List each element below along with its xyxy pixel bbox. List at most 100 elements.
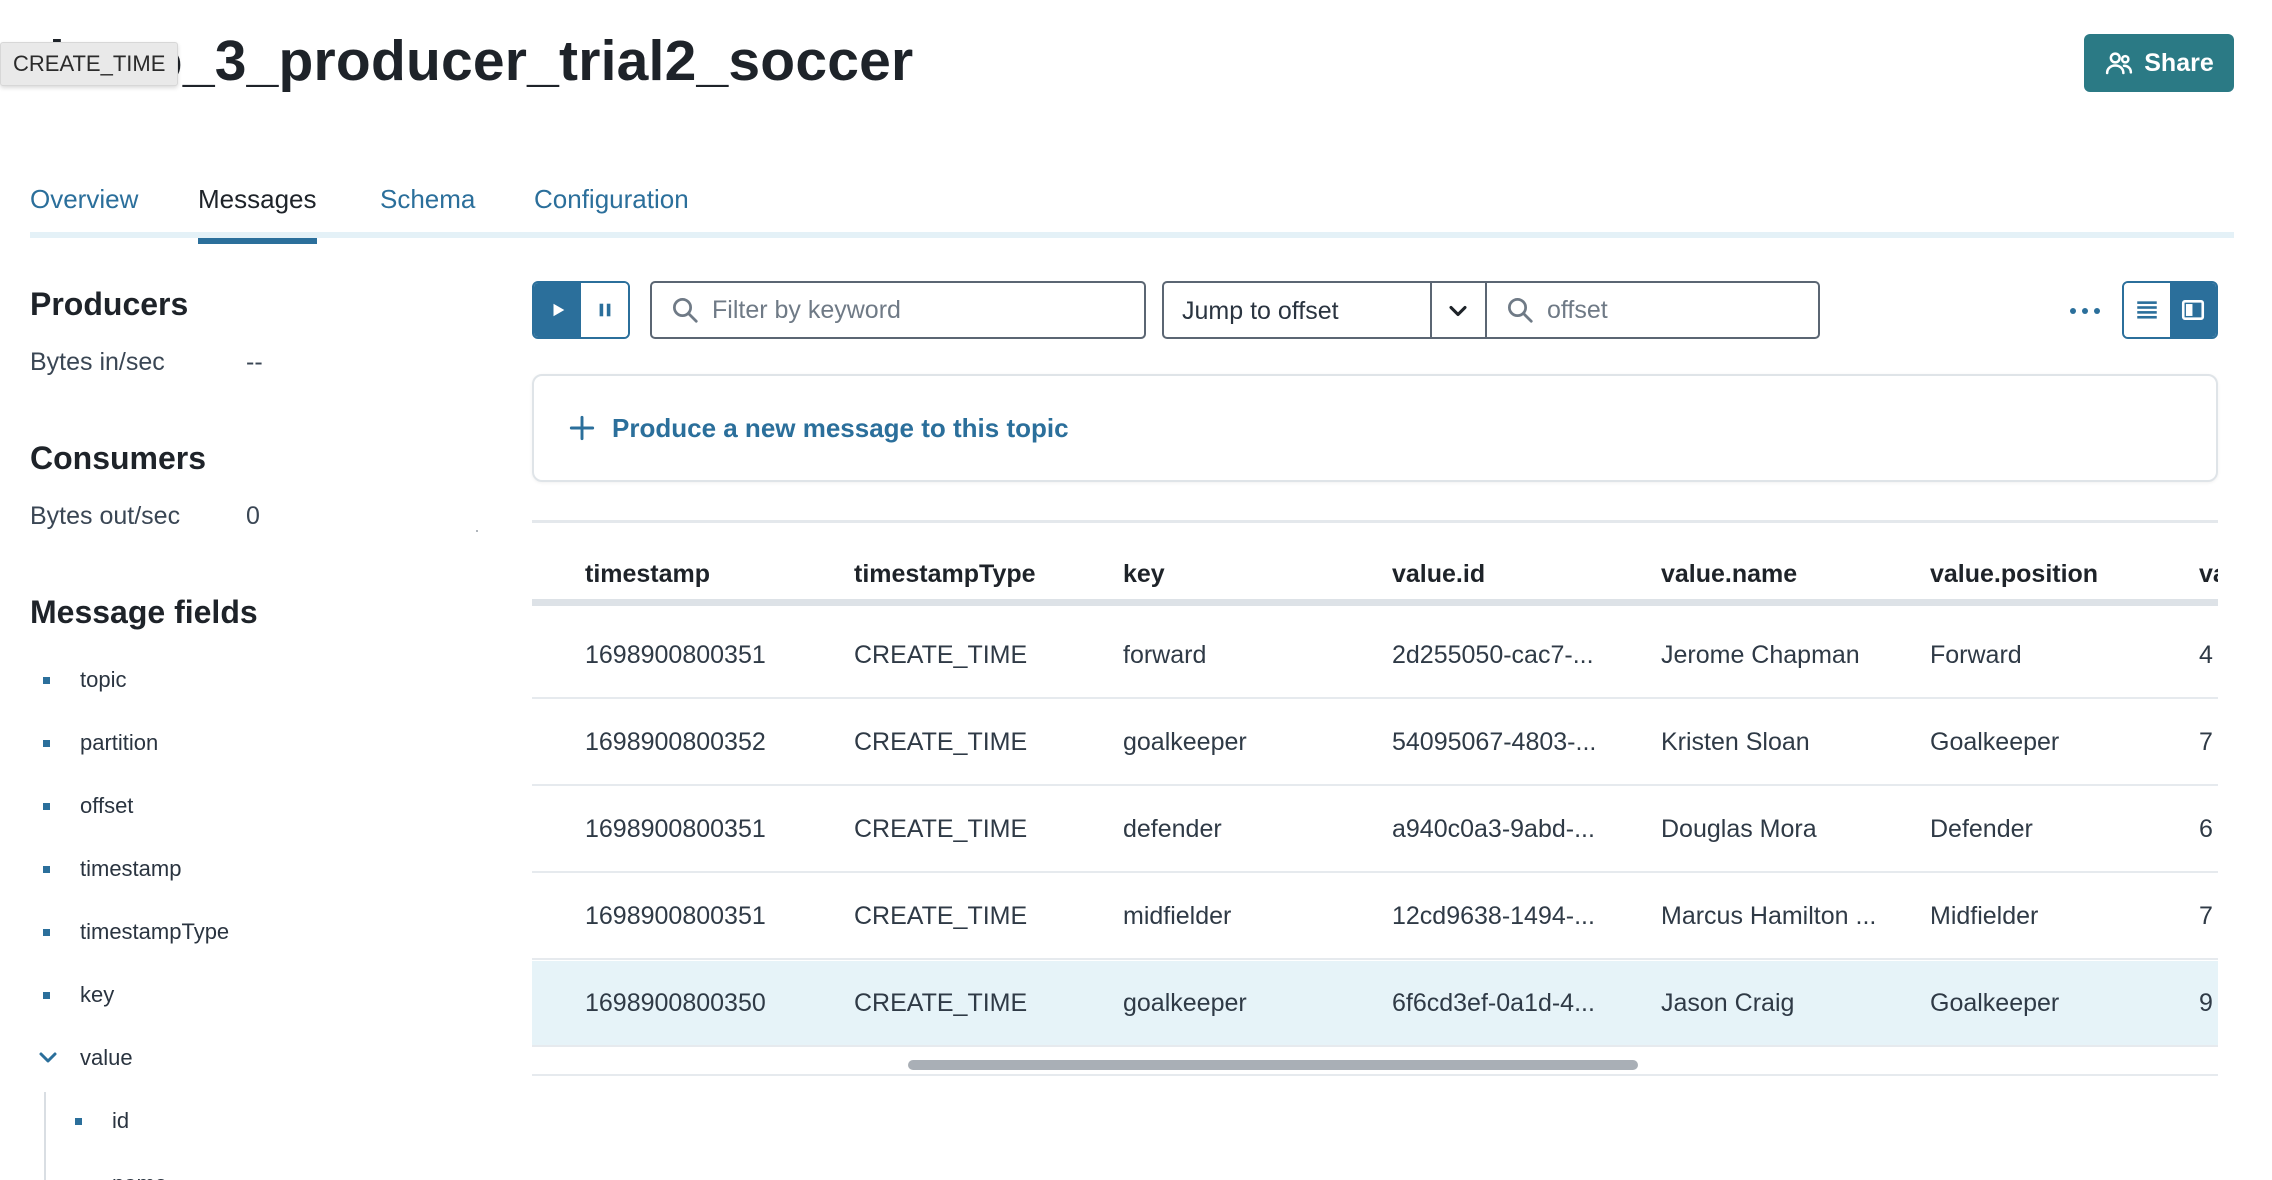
list-icon	[2137, 301, 2157, 319]
cell-timestamp: 1698900800351	[585, 641, 766, 669]
keyword-filter[interactable]	[650, 281, 1146, 339]
scrollbar-thumb[interactable]	[908, 1060, 1638, 1070]
cell-value-more: 7	[2199, 902, 2213, 930]
produce-message-label: Produce a new message to this topic	[612, 412, 1069, 443]
cell-value-name: Jason Craig	[1661, 989, 1795, 1017]
divider-dot	[476, 530, 478, 532]
tooltip: CREATE_TIME	[0, 42, 179, 86]
cell-timestamp: 1698900800351	[585, 815, 766, 843]
plus-icon	[569, 415, 595, 441]
dot-icon	[2094, 308, 2100, 314]
column-header-value-id[interactable]: value.id	[1392, 560, 1485, 589]
table-row[interactable]: 1698900800351 CREATE_TIME midfielder 12cd96…	[532, 874, 2218, 960]
column-header-value-name[interactable]: value.name	[1661, 560, 1797, 589]
table-row[interactable]: 1698900800352 CREATE_TIME goalkeeper 540950…	[532, 700, 2218, 786]
cell-key: forward	[1123, 641, 1207, 669]
cell-value-position: Midfielder	[1930, 902, 2039, 930]
consumers-heading: Consumers	[30, 440, 207, 476]
cell-value-more: 7	[2199, 728, 2213, 756]
users-icon	[2106, 52, 2133, 75]
pause-button[interactable]	[581, 283, 628, 337]
topic-messages-page: demo_3_producer_trial2_soccer CREATE_TIM…	[0, 0, 2272, 1180]
cell-key: goalkeeper	[1123, 728, 1247, 756]
share-button-label: Share	[2144, 48, 2214, 77]
cell-timestamp: 1698900800352	[585, 728, 766, 756]
table-row[interactable]: 1698900800350 CREATE_TIME goalkeeper 6f6cd3…	[532, 961, 2218, 1047]
tab-messages[interactable]: Messages	[198, 178, 317, 244]
cell-key: goalkeeper	[1123, 989, 1247, 1017]
cell-value-more: 4	[2199, 641, 2213, 669]
cell-value-id: 12cd9638-1494-...	[1392, 902, 1595, 930]
select-divider	[1430, 283, 1432, 337]
produce-message-button[interactable]: Produce a new message to this topic	[532, 374, 2218, 482]
cell-value-id: 54095067-4803-...	[1392, 728, 1597, 756]
table-row[interactable]: 1698900800351 CREATE_TIME defender a940c0a3…	[532, 787, 2218, 873]
cell-value-name: Marcus Hamilton ...	[1661, 902, 1877, 930]
playback-controls	[532, 281, 630, 339]
offset-search[interactable]	[1485, 281, 1820, 339]
offset-input[interactable]	[1547, 295, 1818, 325]
bytes-out-label: Bytes out/sec	[30, 502, 181, 530]
tab-overview[interactable]: Overview	[30, 178, 138, 238]
split-view-button[interactable]	[2170, 283, 2216, 337]
search-icon	[1508, 298, 1533, 323]
cell-value-more: 6	[2199, 815, 2213, 843]
column-header-timestamp[interactable]: timestamp	[585, 560, 710, 589]
cell-value-name: Jerome Chapman	[1661, 641, 1860, 669]
bytes-out-value: 0	[246, 502, 260, 530]
bullet-icon	[75, 1118, 82, 1125]
dot-icon	[2070, 308, 2076, 314]
cell-timestamp: 1698900800351	[585, 902, 766, 930]
messages-table: timestamp timestampType key value.id val…	[532, 520, 2218, 1080]
chevron-down-icon[interactable]	[36, 1046, 60, 1070]
message-fields-heading: Message fields	[30, 594, 258, 630]
table-header: timestamp timestampType key value.id val…	[532, 550, 2218, 606]
cell-value-id: a940c0a3-9abd-...	[1392, 815, 1595, 843]
bullet-icon	[43, 740, 50, 747]
play-button[interactable]	[534, 283, 581, 337]
table-row[interactable]: 1698900800351 CREATE_TIME forward 2d255050-…	[532, 613, 2218, 699]
jump-to-offset-select[interactable]: Jump to offset	[1162, 281, 1487, 339]
cell-key: defender	[1123, 815, 1222, 843]
bullet-icon	[43, 929, 50, 936]
chevron-down-icon[interactable]	[1444, 297, 1472, 325]
cell-key: midfielder	[1123, 902, 1232, 930]
bytes-in-label: Bytes in/sec	[30, 348, 165, 376]
share-button[interactable]: Share	[2084, 34, 2234, 92]
cell-timestamptype: CREATE_TIME	[854, 815, 1028, 843]
cell-value-position: Forward	[1930, 641, 2022, 669]
play-icon	[553, 303, 564, 317]
bytes-in-value: --	[246, 348, 263, 376]
dot-icon	[2082, 308, 2088, 314]
column-header-value-more[interactable]: va	[2199, 560, 2218, 589]
column-header-timestamptype[interactable]: timestampType	[854, 560, 1036, 589]
cell-timestamptype: CREATE_TIME	[854, 902, 1028, 930]
cell-value-id: 2d255050-cac7-...	[1392, 641, 1594, 669]
column-header-value-position[interactable]: value.position	[1930, 560, 2098, 589]
column-header-key[interactable]: key	[1123, 560, 1165, 589]
cell-value-position: Defender	[1930, 815, 2033, 843]
search-icon	[673, 298, 698, 323]
filter-input[interactable]	[712, 295, 1144, 325]
producers-heading: Producers	[30, 286, 189, 322]
cell-value-more: 9	[2199, 989, 2213, 1017]
tab-schema[interactable]: Schema	[380, 178, 475, 238]
split-panel-icon	[2181, 300, 2205, 320]
list-view-button[interactable]	[2124, 283, 2170, 337]
cell-value-name: Douglas Mora	[1661, 815, 1817, 843]
cell-value-position: Goalkeeper	[1930, 728, 2060, 756]
cell-value-position: Goalkeeper	[1930, 989, 2060, 1017]
view-mode-toggle	[2122, 281, 2218, 339]
pause-icon	[599, 303, 610, 317]
cell-timestamptype: CREATE_TIME	[854, 728, 1028, 756]
table-divider	[532, 520, 2218, 523]
cell-timestamp: 1698900800350	[585, 989, 766, 1017]
tab-bar: Overview Messages Schema Configuration	[30, 178, 2234, 244]
bullet-icon	[43, 677, 50, 684]
horizontal-scrollbar[interactable]	[532, 1056, 2218, 1076]
more-options-button[interactable]	[2060, 296, 2110, 326]
cell-timestamptype: CREATE_TIME	[854, 989, 1028, 1017]
tab-configuration[interactable]: Configuration	[534, 178, 689, 238]
bullet-icon	[43, 866, 50, 873]
cell-value-name: Kristen Sloan	[1661, 728, 1810, 756]
